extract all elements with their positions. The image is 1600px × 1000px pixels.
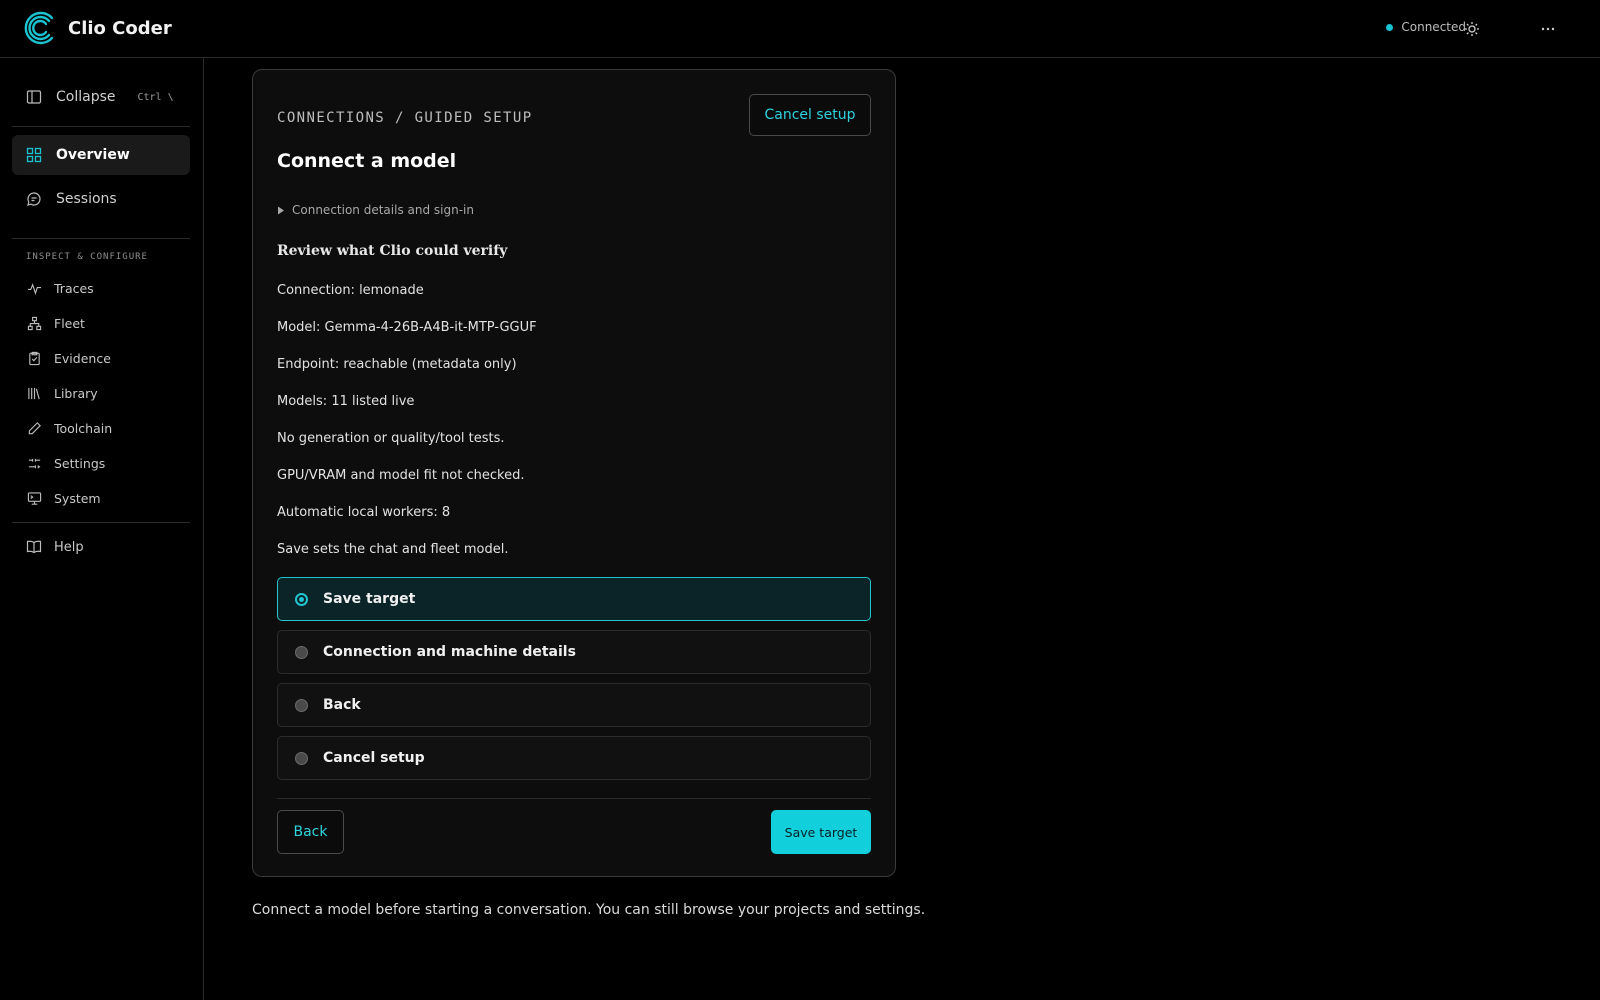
breadcrumb: CONNECTIONS / GUIDED SETUP — [277, 110, 533, 126]
sidebar-item-toolchain[interactable]: Toolchain — [12, 413, 190, 443]
option-label: Save target — [323, 591, 416, 607]
radio-selected-icon — [295, 592, 308, 606]
pencil-icon — [26, 420, 42, 436]
collapse-label: Collapse — [56, 89, 116, 105]
option-label: Cancel setup — [323, 750, 425, 766]
clio-logo-icon — [24, 10, 58, 46]
option-label: Back — [323, 697, 361, 713]
info-save-note: Save sets the chat and fleet model. — [277, 542, 509, 557]
brand[interactable]: Clio Coder — [24, 10, 172, 46]
option-connection-details[interactable]: Connection and machine details — [277, 630, 871, 674]
guided-setup-card: CONNECTIONS / GUIDED SETUP Cancel setup … — [252, 69, 896, 877]
sidebar-item-fleet[interactable]: Fleet — [12, 308, 190, 338]
sidebar-item-library[interactable]: Library — [12, 378, 190, 408]
sidebar-divider — [12, 238, 190, 239]
network-icon — [26, 315, 42, 331]
page-title: Connect a model — [277, 150, 457, 172]
info-workers: Automatic local workers: 8 — [277, 505, 451, 520]
sidebar-panel-icon — [26, 89, 42, 105]
option-back[interactable]: Back — [277, 683, 871, 727]
sidebar-item-settings[interactable]: Settings — [12, 448, 190, 478]
more-menu-button[interactable] — [1534, 15, 1562, 43]
sidebar-item-overview[interactable]: Overview — [12, 135, 190, 175]
card-divider — [277, 798, 871, 799]
sidebar-item-system[interactable]: System — [12, 483, 190, 513]
info-gpu: GPU/VRAM and model fit not checked. — [277, 468, 525, 483]
sidebar-divider — [12, 522, 190, 523]
more-horizontal-icon — [1540, 21, 1556, 37]
chat-bubble-icon — [26, 191, 42, 207]
theme-toggle-button[interactable] — [1458, 15, 1486, 43]
sidebar-item-label: Traces — [54, 280, 94, 296]
sidebar-item-label: Sessions — [56, 191, 117, 207]
sidebar: Collapse Ctrl \ Overview Sessions INSPEC… — [0, 58, 204, 1000]
collapse-button[interactable]: Collapse Ctrl \ — [12, 78, 190, 116]
section-label: INSPECT & CONFIGURE — [26, 252, 148, 262]
save-target-button[interactable]: Save target — [771, 810, 871, 854]
top-bar: Clio Coder Connected — [0, 0, 1600, 58]
grid-icon — [26, 147, 42, 163]
monitor-icon — [26, 490, 42, 506]
activity-icon — [26, 280, 42, 296]
clipboard-icon — [26, 350, 42, 366]
sidebar-item-traces[interactable]: Traces — [12, 273, 190, 303]
radio-unselected-icon — [295, 698, 308, 712]
sidebar-item-help[interactable]: Help — [12, 530, 190, 564]
sidebar-item-evidence[interactable]: Evidence — [12, 343, 190, 373]
sidebar-item-label: Fleet — [54, 315, 85, 331]
sidebar-item-label: Settings — [54, 455, 106, 471]
collapse-shortcut: Ctrl \ — [137, 91, 174, 103]
sliders-icon — [26, 455, 42, 471]
option-cancel-setup[interactable]: Cancel setup — [277, 736, 871, 780]
app-name: Clio Coder — [68, 17, 172, 39]
info-model: Model: Gemma-4-26B-A4B-it-MTP-GGUF — [277, 320, 537, 335]
sidebar-item-label: Help — [54, 539, 84, 555]
book-open-icon — [26, 539, 42, 555]
info-tests: No generation or quality/tool tests. — [277, 431, 505, 446]
status-text: Connected — [1401, 20, 1466, 34]
sidebar-item-sessions[interactable]: Sessions — [12, 179, 190, 219]
back-button[interactable]: Back — [277, 810, 344, 854]
details-toggle-label: Connection details and sign-in — [292, 203, 474, 217]
sidebar-item-label: Library — [54, 385, 98, 401]
sidebar-item-label: Evidence — [54, 350, 111, 366]
option-label: Connection and machine details — [323, 644, 576, 660]
info-models-count: Models: 11 listed live — [277, 394, 415, 409]
info-endpoint: Endpoint: reachable (metadata only) — [277, 357, 517, 372]
footer-note: Connect a model before starting a conver… — [252, 902, 926, 918]
info-connection: Connection: lemonade — [277, 283, 424, 298]
radio-unselected-icon — [295, 751, 308, 765]
books-icon — [26, 385, 42, 401]
radio-unselected-icon — [295, 645, 308, 659]
review-heading: Review what Clio could verify — [277, 243, 508, 259]
cancel-setup-button[interactable]: Cancel setup — [749, 94, 871, 136]
sun-icon — [1464, 21, 1480, 37]
status-dot-icon — [1386, 23, 1394, 31]
option-save-target[interactable]: Save target — [277, 577, 871, 621]
sidebar-item-label: Overview — [56, 147, 130, 163]
sidebar-item-label: Toolchain — [54, 420, 113, 436]
sidebar-divider — [12, 126, 190, 127]
caret-right-icon — [277, 206, 285, 215]
connection-details-toggle[interactable]: Connection details and sign-in — [277, 203, 474, 217]
sidebar-item-label: System — [54, 490, 101, 506]
connection-status: Connected — [1386, 20, 1466, 34]
